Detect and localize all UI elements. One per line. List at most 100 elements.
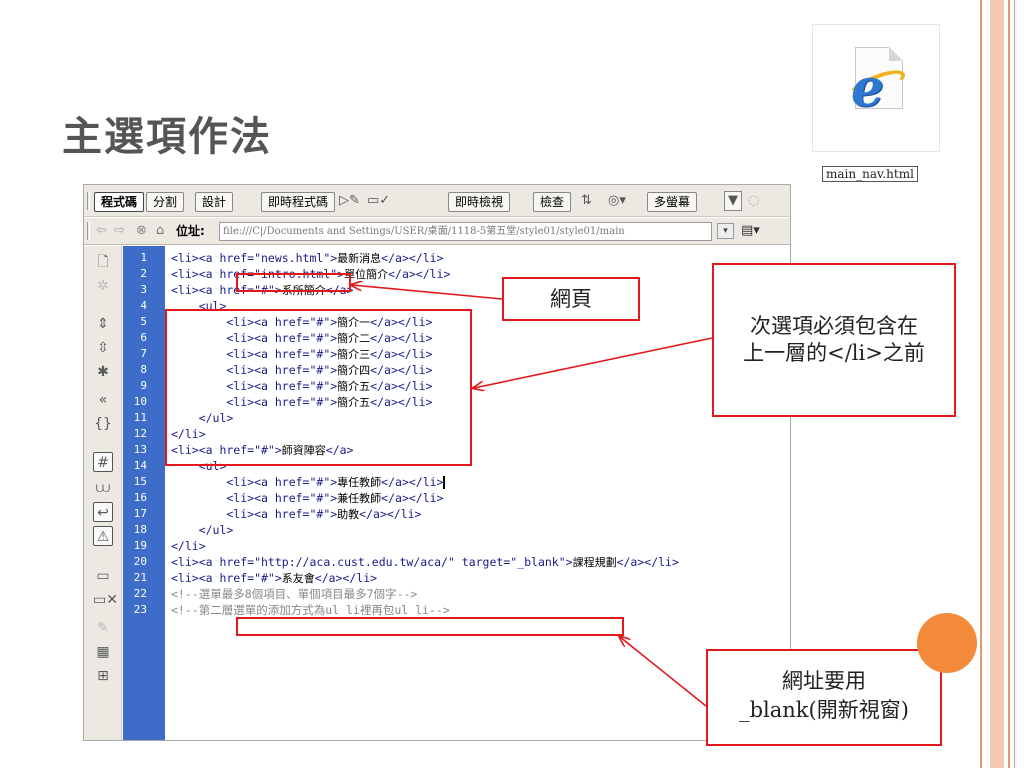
code-closing-markup: -->	[396, 587, 418, 601]
move-css-icon[interactable]: ⊞	[93, 666, 113, 686]
balance-braces-icon[interactable]: {}	[93, 414, 113, 434]
sub-list-highlight	[165, 309, 472, 466]
live-view-button[interactable]: 即時檢視	[448, 192, 511, 212]
live-code-options-icon[interactable]: ▷✎	[339, 192, 360, 210]
line-number: 9	[140, 379, 147, 392]
code-closing-markup: </a></li>	[359, 507, 422, 521]
code-link-text: 兼任教師	[337, 492, 382, 505]
multiscreen-button[interactable]: 多螢幕	[647, 192, 698, 212]
decorative-orange-dot	[917, 613, 977, 673]
collapse-selection-icon[interactable]: ⇳	[93, 338, 113, 358]
code-line: <li><a href="#">系友會</a></li>	[171, 570, 871, 586]
sub-items-callout-line2: 上一層的</li>之前	[743, 341, 925, 365]
line-numbers-icon[interactable]: #	[93, 452, 113, 472]
code-markup: <li><a href="http://aca.cust.edu.tw/aca/…	[171, 555, 573, 569]
apply-comment-icon[interactable]: ▭	[93, 566, 113, 586]
word-wrap-icon[interactable]: ↩	[93, 502, 113, 522]
line-number: 12	[133, 427, 147, 440]
line-number: 14	[133, 459, 147, 472]
live-code-button[interactable]: 即時程式碼	[261, 192, 336, 212]
frame-line	[1008, 0, 1010, 768]
frame-line	[1014, 0, 1015, 768]
code-line: <!--第二層選單的添加方式為ul li裡再包ul li-->	[171, 602, 871, 618]
line-number: 11	[133, 411, 147, 424]
split-view-button[interactable]: 分割	[146, 192, 185, 212]
line-number: 16	[133, 491, 147, 504]
line-number: 15	[133, 475, 147, 488]
code-markup: <li><a href="#">	[171, 507, 338, 521]
file-name-label[interactable]: main_nav.html	[822, 166, 918, 182]
line-number: 3	[140, 283, 147, 296]
related-files-icon[interactable]: ✲	[93, 276, 113, 296]
address-input[interactable]: file:///C|/Documents and Settings/USER/桌…	[219, 222, 712, 241]
remove-comment-icon[interactable]: ▭✕	[93, 590, 118, 610]
code-line: <!--選單最多8個項目、單個項目最多7個字-->	[171, 586, 871, 602]
text-cursor	[443, 476, 446, 489]
browser-check-icon[interactable]: ⇅	[581, 192, 592, 210]
code-closing-markup: </a></li>	[381, 491, 444, 505]
ie-logo-icon: e	[851, 58, 885, 119]
line-number: 17	[133, 507, 147, 520]
back-arrow-icon[interactable]: ⇦	[96, 222, 107, 240]
code-markup: <li><a href="#">	[171, 571, 282, 585]
code-markup: </ul>	[171, 523, 234, 537]
inspect-button[interactable]: 檢查	[533, 192, 572, 212]
address-label: 位址:	[176, 224, 205, 238]
visual-aids-icon[interactable]: ◌	[748, 192, 759, 210]
code-line: </ul>	[171, 522, 871, 538]
intro-href-highlight	[236, 273, 351, 292]
code-closing-markup: </a></li>	[616, 555, 679, 569]
frame-band	[990, 0, 1004, 768]
syntax-error-icon[interactable]: ⚠	[93, 526, 113, 546]
code-closing-markup: </a></li>	[314, 571, 378, 585]
line-number: 4	[140, 299, 147, 312]
document-toolbar: 程式碼 分割 設計 即時程式碼 ▷✎ ▭✓ 即時檢視 檢查 ⇅ ◎▾ 多螢幕 ▼…	[84, 185, 790, 217]
expand-all-icon[interactable]: ✱	[93, 362, 113, 382]
wrap-tag-icon[interactable]: ✎	[93, 618, 113, 638]
sub-items-callout-line1: 次選項必須包含在	[750, 314, 918, 338]
validate-icon[interactable]: ▭✓	[367, 192, 390, 210]
select-parent-tag-icon[interactable]: «	[93, 390, 113, 410]
blank-target-highlight	[236, 617, 624, 636]
code-link-text: 第二層選單的添加方式為ul li裡再包ul li	[198, 603, 429, 617]
code-closing-markup: -->	[428, 603, 450, 617]
preview-browser-icon[interactable]: ◎▾	[608, 192, 626, 210]
home-icon[interactable]: ⌂	[156, 222, 164, 240]
collapse-tag-icon[interactable]: ⇕	[93, 314, 113, 334]
code-markup: <li><a href="#">	[171, 491, 338, 505]
ie-file-icon[interactable]: e	[812, 24, 940, 152]
view-options-icon[interactable]: ▤▾	[741, 222, 760, 240]
code-line: </li>	[171, 538, 871, 554]
line-number-gutter: 1 2 3 4 5 6 7 8 9 10 11 12 13 14 15 16 17 18 19 20 21 22 23	[123, 246, 165, 740]
line-number: 21	[133, 571, 147, 584]
coding-toolbar: 🗋 ✲ ⇕ ⇳ ✱ « {} # ⩊ ↩ ⚠ ▭ ▭✕ ✎ ▦ ⊞	[84, 246, 122, 740]
blank-callout-line1: 網址要用	[782, 669, 866, 693]
open-documents-icon[interactable]: 🗋	[93, 252, 113, 272]
frame-line	[980, 0, 982, 768]
code-view-button[interactable]: 程式碼	[94, 192, 145, 212]
toolbar-grip[interactable]	[87, 222, 90, 240]
code-closing-markup: </a></li>	[381, 475, 444, 489]
code-closing-markup: </a></li>	[388, 267, 451, 281]
code-link-text: 系友會	[281, 572, 315, 585]
recent-snippets-icon[interactable]: ▦	[93, 642, 113, 662]
line-number: 5	[140, 315, 147, 328]
address-dropdown-icon[interactable]: ▾	[717, 223, 734, 239]
code-markup: </li>	[171, 539, 206, 553]
line-number: 7	[140, 347, 147, 360]
multiscreen-dropdown-icon[interactable]: ▼	[724, 191, 742, 211]
slide-title: 主選項作法	[62, 113, 272, 160]
line-number: 23	[133, 603, 147, 616]
stop-icon[interactable]: ⊗	[136, 222, 147, 240]
forward-arrow-icon[interactable]: ⇨	[114, 222, 125, 240]
code-line: <li><a href="#">助教</a></li>	[171, 506, 871, 522]
design-view-button[interactable]: 設計	[195, 192, 234, 212]
line-number: 8	[140, 363, 147, 376]
toolbar-grip[interactable]	[87, 192, 90, 210]
browser-navigation-toolbar: ⇦ ⇨ ⊗ ⌂ 位址: file:///C|/Documents and Set…	[84, 218, 790, 245]
highlight-invalid-icon[interactable]: ⩊	[93, 478, 113, 498]
code-markup: <li><a href="#">	[171, 475, 338, 489]
sub-items-callout: 次選項必須包含在 上一層的</li>之前	[712, 263, 956, 417]
code-closing-markup: </a></li>	[381, 251, 444, 265]
line-number: 10	[133, 395, 147, 408]
